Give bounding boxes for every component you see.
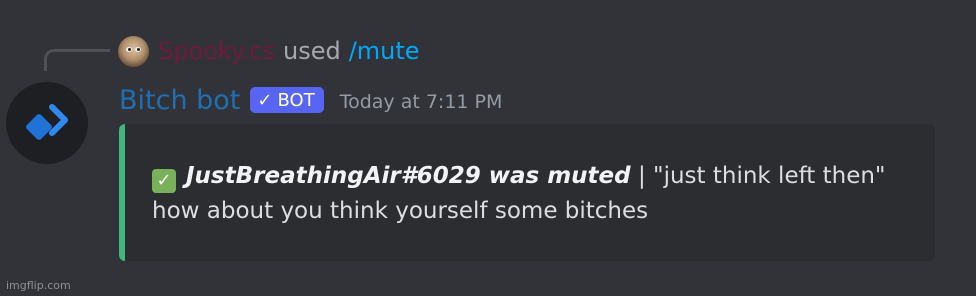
embed-bold-text: JustBreathingAir#6029 was muted xyxy=(186,163,631,189)
reply-user-avatar[interactable] xyxy=(118,35,149,67)
embed: ✓ JustBreathingAir#6029 was muted | "just… xyxy=(119,124,935,261)
reply-connector xyxy=(44,49,110,71)
watermark: imgflip.com xyxy=(6,279,71,292)
embed-separator: | xyxy=(637,163,646,189)
message-timestamp[interactable]: Today at 7:11 PM xyxy=(340,91,503,113)
verified-check-icon: ✓ xyxy=(257,89,273,111)
bot-tag: ✓ BOT xyxy=(250,87,324,113)
discord-message: Spooky.cs used /mute Bitch bot ✓ BOT Tod… xyxy=(0,0,976,296)
reply-context[interactable]: Spooky.cs used /mute xyxy=(118,34,420,68)
reply-command[interactable]: /mute xyxy=(349,37,420,65)
message-header: Bitch bot ✓ BOT Today at 7:11 PM xyxy=(119,80,502,120)
reply-verb: used xyxy=(283,37,341,65)
bot-avatar[interactable] xyxy=(6,82,88,164)
white-check-mark-icon: ✓ xyxy=(152,169,176,193)
bot-tag-label: BOT xyxy=(277,89,315,111)
author-name[interactable]: Bitch bot xyxy=(119,85,240,116)
embed-description: ✓ JustBreathingAir#6029 was muted | "just… xyxy=(152,159,922,229)
bot-logo-icon xyxy=(26,104,68,140)
reply-username[interactable]: Spooky.cs xyxy=(158,37,275,65)
